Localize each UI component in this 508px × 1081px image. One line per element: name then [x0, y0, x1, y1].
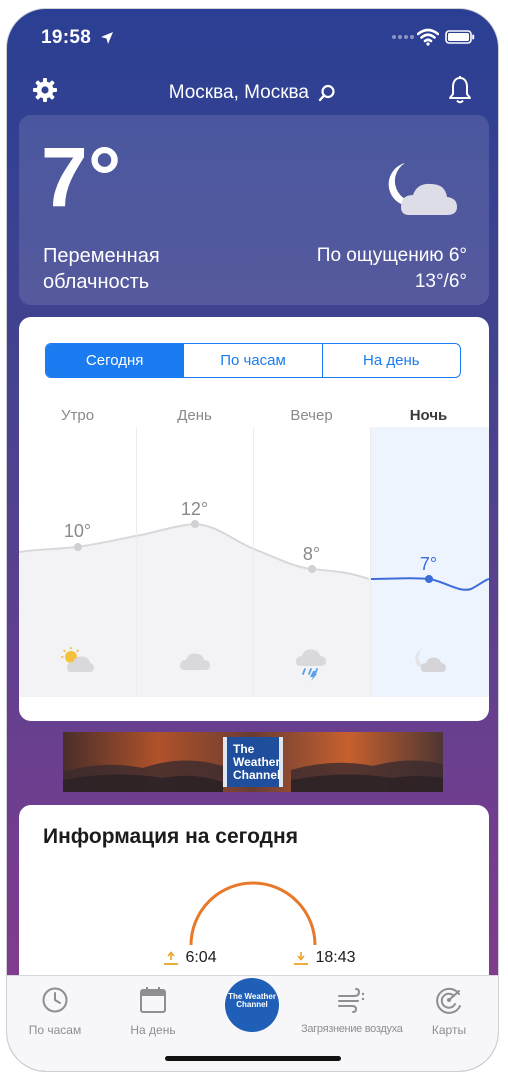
today-info-title: Информация на сегодня [43, 825, 298, 848]
header: Москва, Москва [7, 71, 498, 121]
period-day-temp: 12° [180, 499, 209, 519]
home-indicator[interactable] [165, 1056, 341, 1061]
cloud-icon [180, 653, 210, 670]
battery-icon [445, 30, 475, 44]
rain-cloud-icon [296, 649, 326, 681]
search-icon [319, 84, 335, 102]
calendar-icon [140, 987, 166, 1013]
sunset-icon [294, 951, 308, 965]
location-selector[interactable]: Москва, Москва [7, 82, 498, 104]
point-morning [74, 543, 82, 551]
radar-icon [436, 987, 461, 1014]
phone-screen: 19:58 Москва, Москва 7° Переменная облач… [6, 8, 499, 1072]
feels-like-block: По ощущению 6° 13°/6° [317, 243, 467, 295]
forecast-card: Сегодня По часам На день Утро День Вечер… [19, 317, 489, 721]
location-arrow-icon [101, 32, 113, 44]
point-evening [308, 565, 316, 573]
high-low-text: 13°/6° [414, 271, 467, 292]
sun-arc [189, 881, 317, 946]
sun-cloud-icon [61, 647, 94, 672]
clock-icon [42, 987, 68, 1013]
wifi-icon [417, 28, 439, 46]
tab-air-quality-nav[interactable]: Загрязнение воздуха [301, 986, 403, 1035]
tab-daily-nav[interactable]: На день [105, 986, 201, 1037]
tab-hourly-label: По часам [28, 1023, 82, 1037]
location-label: Москва, Москва [168, 82, 309, 103]
weather-channel-logo: The Weather Channel [223, 737, 283, 787]
bell-icon[interactable] [448, 75, 472, 105]
period-day-label: День [177, 407, 212, 424]
current-conditions-card[interactable]: 7° Переменная облачность По ощущению 6° … [19, 115, 489, 305]
sunrise-icon [164, 951, 178, 965]
moon-cloud-icon [415, 649, 446, 672]
sunset: 18:43 [293, 949, 356, 967]
tab-maps-nav[interactable]: Карты [401, 986, 497, 1037]
feels-like-text: По ощущению 6° [316, 245, 467, 266]
twc-home-button[interactable]: The Weather Channel [225, 978, 279, 1032]
tab-hourly-nav[interactable]: По часам [7, 986, 103, 1037]
period-evening-label: Вечер [290, 407, 333, 424]
status-time: 19:58 [41, 27, 92, 48]
period-night-label: Ночь [409, 407, 448, 424]
tab-maps-label: Карты [431, 1023, 467, 1037]
current-condition: Переменная облачность [43, 245, 160, 293]
period-night-temp: 7° [419, 554, 438, 574]
wind-icon [338, 988, 365, 1013]
period-morning-label: Утро [60, 407, 95, 424]
point-day [191, 520, 199, 528]
current-temperature: 7° [41, 130, 122, 224]
period-morning-temp: 10° [63, 521, 92, 541]
sunrise-time: 6:04 [185, 949, 217, 966]
sunset-time: 18:43 [315, 949, 356, 966]
ad-banner[interactable]: The Weather Channel [63, 732, 443, 792]
cellular-signal-icon [392, 35, 414, 39]
moon-cloud-icon [388, 163, 457, 215]
tab-daily-label: На день [130, 1023, 176, 1037]
tab-air-quality-label: Загрязнение воздуха [301, 1023, 403, 1035]
column-divider [136, 427, 137, 697]
point-night [425, 575, 433, 583]
status-bar: 19:58 [7, 9, 498, 65]
sunrise: 6:04 [163, 949, 217, 967]
period-evening-temp: 8° [302, 544, 321, 564]
